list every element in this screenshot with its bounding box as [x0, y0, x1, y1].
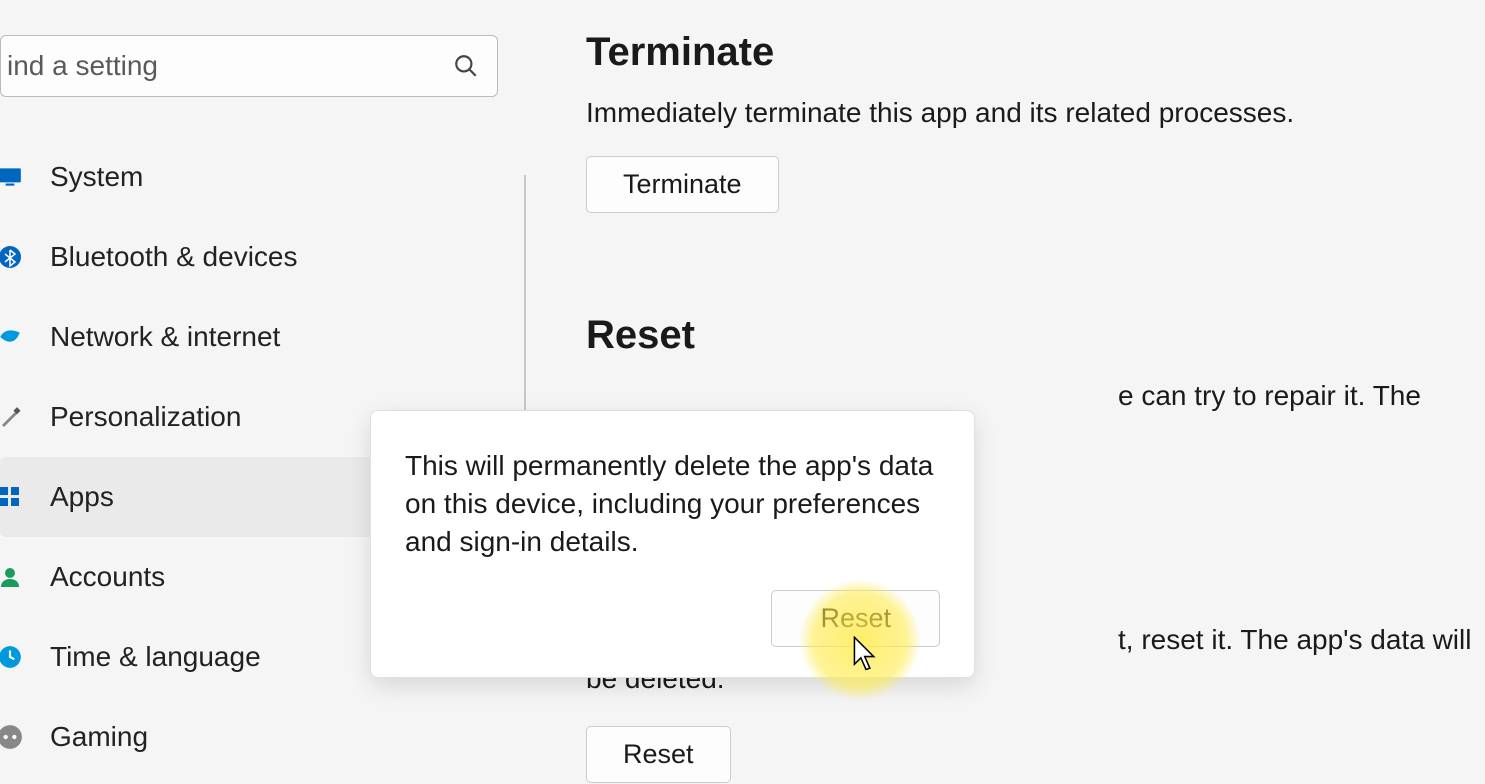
reset-confirm-flyout: This will permanently delete the app's d…	[370, 410, 975, 678]
sidebar-item-label: System	[50, 161, 143, 193]
flyout-message: This will permanently delete the app's d…	[405, 447, 940, 560]
flyout-reset-button[interactable]: Reset	[771, 590, 940, 647]
bluetooth-icon	[0, 243, 24, 271]
apps-icon	[0, 483, 24, 511]
personalization-icon	[0, 403, 24, 431]
sidebar-item-label: Network & internet	[50, 321, 280, 353]
sidebar-item-label: Gaming	[50, 721, 148, 753]
reset-button[interactable]: Reset	[586, 726, 731, 783]
reset-heading: Reset	[586, 313, 1485, 358]
search-box[interactable]	[0, 35, 498, 97]
sidebar-item-bluetooth[interactable]: Bluetooth & devices	[0, 217, 530, 297]
sidebar-item-label: Apps	[50, 481, 114, 513]
system-icon	[0, 163, 24, 191]
terminate-section: Terminate Immediately terminate this app…	[586, 30, 1485, 213]
sidebar-item-label: Bluetooth & devices	[50, 241, 298, 273]
time-icon	[0, 643, 24, 671]
network-icon	[0, 323, 24, 351]
terminate-heading: Terminate	[586, 30, 1485, 75]
search-input[interactable]	[7, 50, 443, 82]
vertical-divider	[524, 175, 526, 420]
sidebar-item-network[interactable]: Network & internet	[0, 297, 530, 377]
sidebar-item-system[interactable]: System	[0, 137, 530, 217]
sidebar-item-label: Personalization	[50, 401, 241, 433]
sidebar-item-label: Accounts	[50, 561, 165, 593]
terminate-button[interactable]: Terminate	[586, 156, 779, 213]
sidebar-item-label: Time & language	[50, 641, 261, 673]
accounts-icon	[0, 563, 24, 591]
search-icon	[453, 53, 479, 79]
gaming-icon	[0, 723, 24, 751]
terminate-description: Immediately terminate this app and its r…	[586, 93, 1485, 132]
sidebar-item-gaming[interactable]: Gaming	[0, 697, 530, 777]
